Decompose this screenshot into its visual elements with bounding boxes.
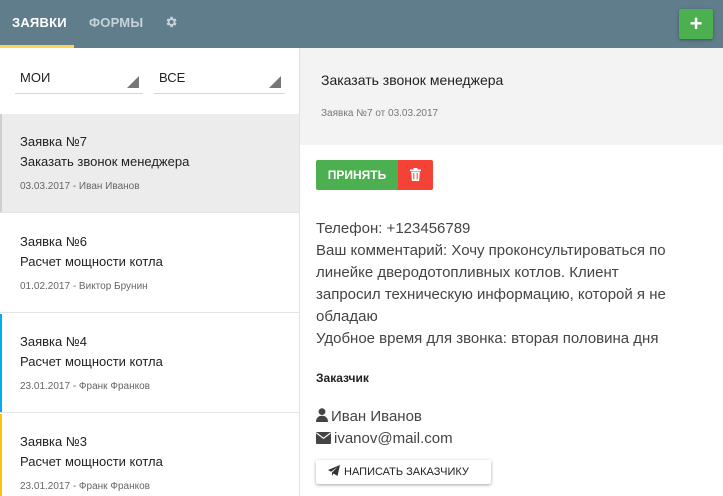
ticket-meta: 23.01.2017 - Франк Франков (20, 381, 150, 392)
message-line: линейке дверодотопливных котлов. Клиент (316, 264, 619, 281)
owner-filter-value: мои (20, 70, 51, 85)
ticket-subject: Заказать звонок менеджера (20, 154, 190, 169)
ticket-subject: Расчет мощности котла (20, 354, 163, 369)
ticket-subject: Расчет мощности котла (20, 454, 163, 469)
filters-bar: мои все (0, 48, 299, 114)
ticket-item[interactable]: Заявка №6 Расчет мощности котла 01.02.20… (0, 214, 299, 313)
tab-forms[interactable]: Формы (89, 0, 143, 48)
message-line: запросил техническую информацию, которой… (316, 286, 666, 303)
dropdown-arrow-icon (269, 76, 281, 88)
ticket-title: Заявка №3 (20, 434, 88, 449)
customer-name-row: Иван Иванов (316, 408, 422, 425)
ticket-stripe (0, 414, 2, 496)
request-list-panel: мои все Заявка №7 Заказать звонок менедж… (0, 48, 299, 496)
message-line: Телефон: +123456789 (316, 220, 471, 237)
ticket-stripe (0, 314, 2, 412)
status-filter-value: все (159, 70, 186, 85)
ticket-meta: 01.02.2017 - Виктор Брунин (20, 281, 148, 292)
ticket-item[interactable]: Заявка №3 Расчет мощности котла 23.01.20… (0, 414, 299, 496)
message-line: Ваш комментарий: Хочу проконсультировать… (316, 242, 666, 259)
ticket-meta: 23.01.2017 - Франк Франков (20, 481, 150, 492)
ticket-item[interactable]: Заявка №7 Заказать звонок менеджера 03.0… (0, 114, 299, 213)
top-nav-bar: Заявки Формы + (0, 0, 723, 48)
ticket-subject: Расчет мощности котла (20, 254, 163, 269)
add-request-button[interactable]: + (679, 9, 713, 39)
request-message: Телефон: +123456789 Ваш комментарий: Хоч… (316, 218, 716, 350)
ticket-title: Заявка №4 (20, 334, 88, 349)
envelope-icon (316, 432, 331, 444)
detail-body: Принять Телефон: +123456789 Ваш коммента… (300, 145, 723, 496)
ticket-item[interactable]: Заявка №4 Расчет мощности котла 23.01.20… (0, 314, 299, 413)
status-filter-select[interactable]: все (154, 66, 285, 94)
detail-meta: Заявка №7 от 03.03.2017 (321, 108, 439, 119)
tab-requests[interactable]: Заявки (12, 0, 67, 48)
customer-email[interactable]: ivanov@mail.com (334, 430, 453, 447)
owner-filter-select[interactable]: мои (15, 66, 143, 94)
ticket-stripe (0, 114, 2, 212)
write-customer-label: Написать заказчику (344, 466, 469, 478)
accept-button[interactable]: Принять (316, 160, 398, 190)
write-customer-button[interactable]: Написать заказчику (316, 460, 491, 484)
gear-icon[interactable] (164, 15, 180, 31)
customer-name: Иван Иванов (331, 408, 422, 425)
delete-button[interactable] (398, 160, 433, 190)
ticket-title: Заявка №7 (20, 134, 88, 149)
dropdown-arrow-icon (127, 76, 139, 88)
ticket-meta: 03.03.2017 - Иван Иванов (20, 181, 140, 192)
message-line: Удобное время для звонка: вторая половин… (316, 330, 659, 347)
detail-header: Заказать звонок менеджера Заявка №7 от 0… (300, 48, 723, 145)
trash-icon (410, 168, 421, 181)
customer-email-row: ivanov@mail.com (316, 430, 453, 447)
detail-title: Заказать звонок менеджера (321, 72, 504, 88)
message-line: обладаю (316, 308, 378, 325)
send-icon (328, 465, 340, 476)
user-icon (316, 408, 328, 422)
ticket-title: Заявка №6 (20, 234, 88, 249)
customer-heading: Заказчик (316, 371, 369, 385)
